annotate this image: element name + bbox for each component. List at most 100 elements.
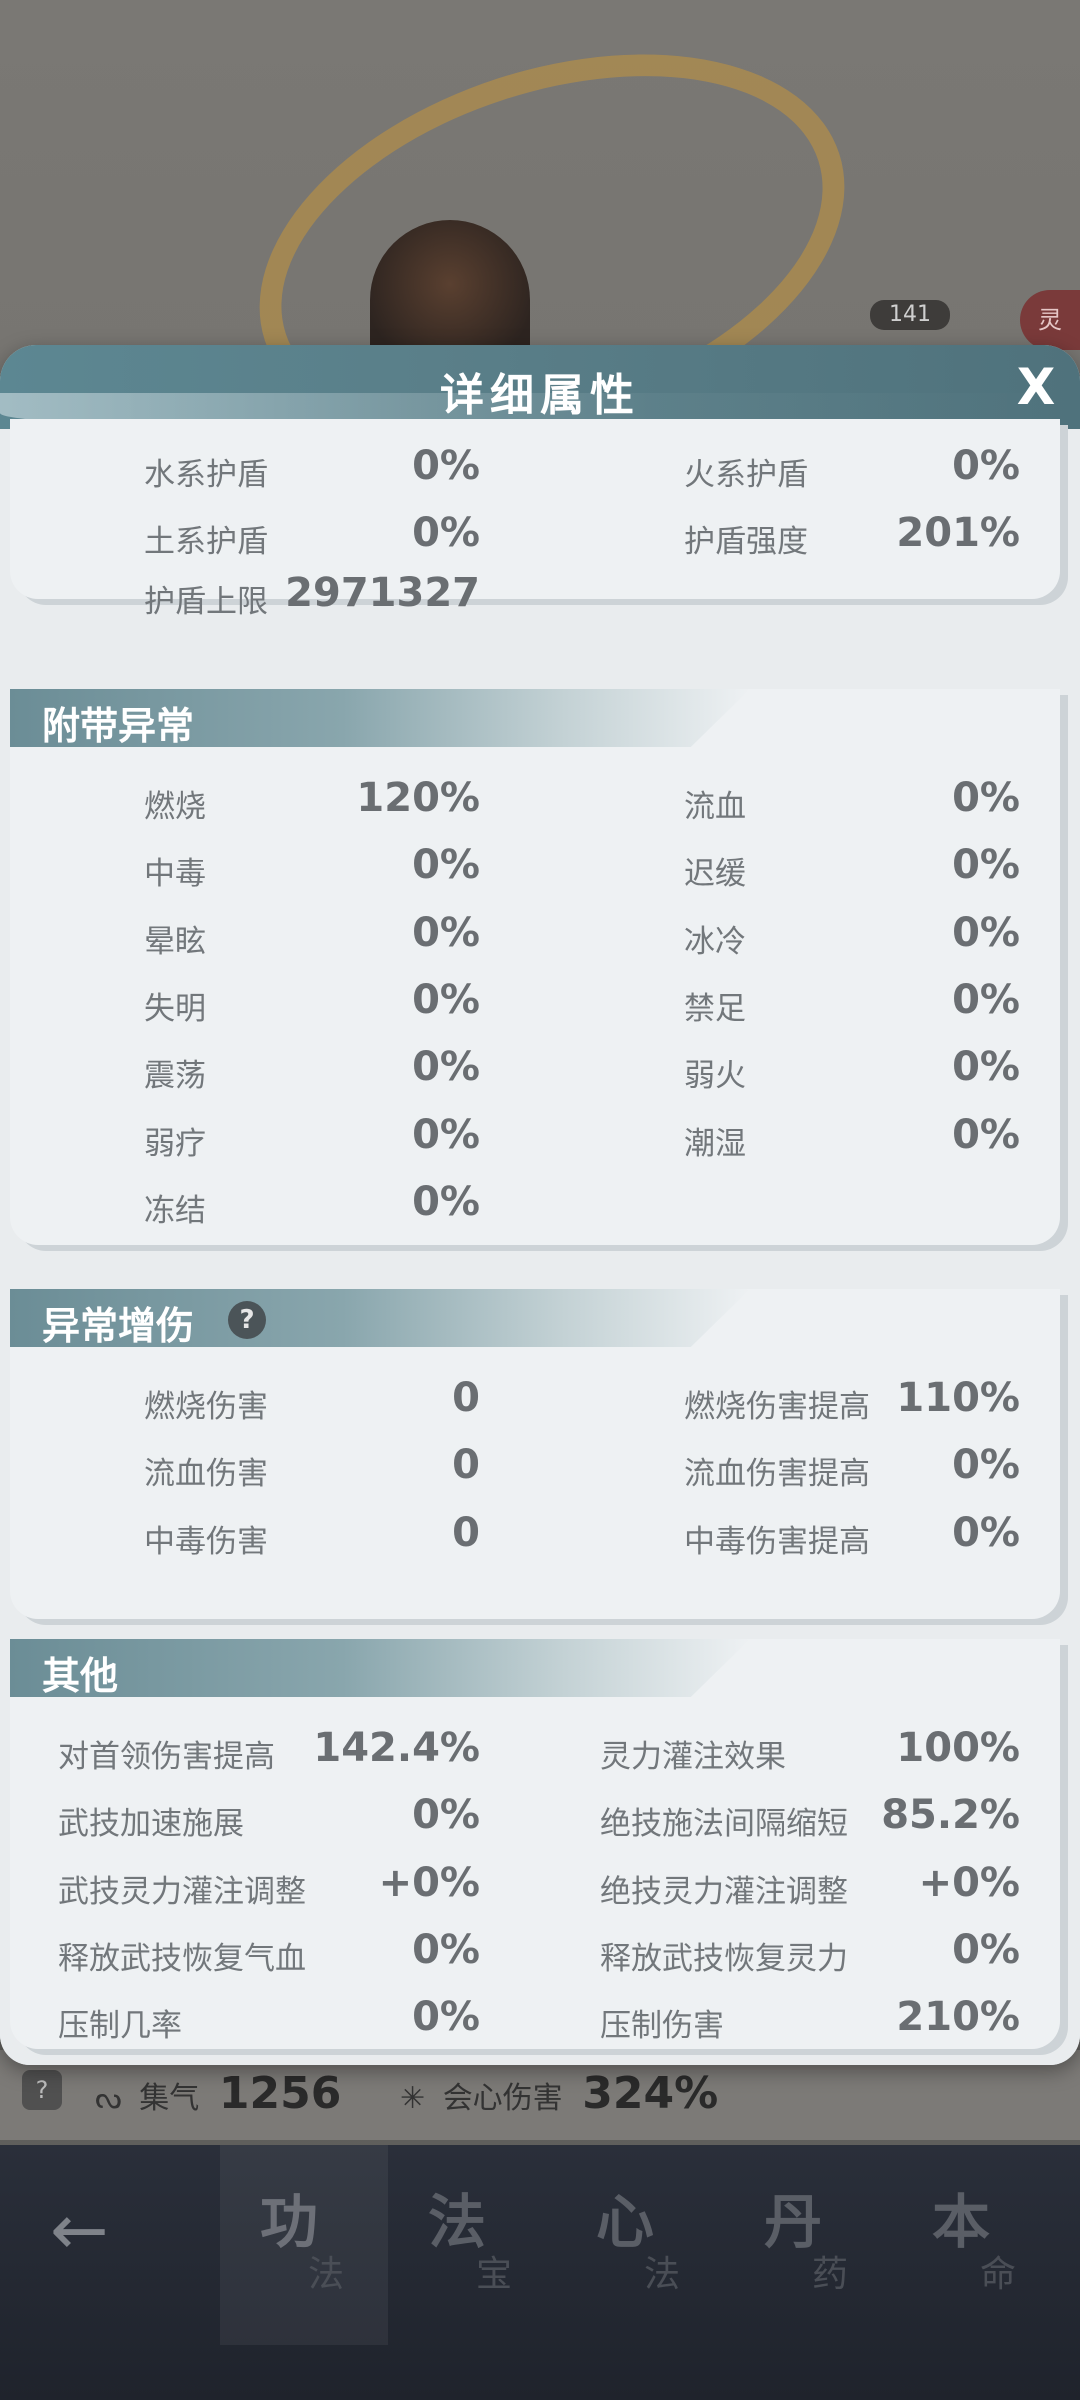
stat-value: 0%: [412, 1994, 480, 2040]
stat-label: 压制伤害: [600, 2008, 724, 2044]
section-header: 异常增伤: [10, 1289, 750, 1347]
stat-label: 冻结: [144, 1193, 206, 1229]
stat-label: 灵力灌注效果: [600, 1739, 786, 1775]
stat-value: 0: [452, 1510, 480, 1556]
nav-tab-sub: 药: [812, 2254, 849, 2295]
stat-label: 护盾上限: [144, 584, 268, 620]
stat-value: 0%: [412, 510, 480, 556]
stat-label: 潮湿: [684, 1126, 746, 1162]
stat-label: 护盾强度: [684, 524, 808, 560]
stat-value: 0%: [952, 910, 1020, 956]
stat-label: 释放武技恢复灵力: [600, 1941, 848, 1977]
stat-value: 0%: [412, 842, 480, 888]
stat-label: 晕眩: [144, 924, 206, 960]
stat-label: 武技灵力灌注调整: [58, 1874, 306, 1910]
shield-panel: 水系护盾 0% 火系护盾 0% 土系护盾 0% 护盾强度 201% 护盾上限 2…: [10, 419, 1060, 620]
stat-value: 0%: [412, 1792, 480, 1838]
stat-value: 0%: [412, 1044, 480, 1090]
stat-value: 110%: [896, 1375, 1020, 1421]
close-button[interactable]: X: [1008, 359, 1064, 415]
stat-value: 85.2%: [881, 1792, 1020, 1838]
help-icon[interactable]: ?: [228, 1301, 266, 1339]
stat-value: 0%: [412, 977, 480, 1023]
nav-tab-sub: 法: [308, 2254, 345, 2295]
stat-value: 0%: [412, 1112, 480, 1158]
nav-tab-xinfa[interactable]: 心 法: [556, 2145, 724, 2345]
section-title: 异常增伤: [42, 1304, 195, 1348]
nav-tab-sub: 命: [980, 2254, 1017, 2295]
stat-value: 0%: [952, 1442, 1020, 1488]
side-tag[interactable]: 灵: [1020, 290, 1080, 350]
stat-label: 压制几率: [58, 2008, 182, 2044]
stat-value: 324%: [582, 2068, 719, 2119]
nav-tab-danyao[interactable]: 丹 药: [724, 2145, 892, 2345]
nav-tab-benming[interactable]: 本 命: [892, 2145, 1060, 2345]
section-header: 其他: [10, 1639, 750, 1697]
stat-label: 土系护盾: [144, 524, 268, 560]
detail-attributes-dialog: 详细属性 X 水系护盾 0% 火系护盾 0% 土系护盾 0% 护盾强度 201%…: [0, 345, 1080, 2065]
status-damage-panel: 异常增伤 ? 燃烧伤害 0 燃烧伤害提高 110% 流血伤害 0 流血伤害提高 …: [10, 1289, 1060, 1619]
stat-label: 禁足: [684, 991, 746, 1027]
stat-label: 释放武技恢复气血: [58, 1941, 306, 1977]
stat-label: 绝技灵力灌注调整: [600, 1874, 848, 1910]
stat-value: 201%: [896, 510, 1020, 556]
stat-label: 燃烧: [144, 789, 206, 825]
stat-label: 失明: [144, 991, 206, 1027]
bottom-navigation: ← 功 法 法 宝 心 法 丹 药 本 命: [0, 2145, 1080, 2400]
back-arrow-icon[interactable]: ←: [50, 2195, 130, 2265]
stat-gather: ᔓ 集气 1256: [95, 2068, 341, 2119]
stat-label: 火系护盾: [684, 457, 808, 493]
stat-label: 中毒: [144, 856, 206, 892]
stat-label: 弱疗: [144, 1126, 206, 1162]
nav-tab-gongfa[interactable]: 功 法: [220, 2145, 388, 2345]
status-effects-panel: 附带异常 燃烧 120% 流血 0% 中毒 0% 迟缓 0% 晕眩 0% 冰冷 …: [10, 689, 1060, 1245]
stat-value: 0%: [952, 977, 1020, 1023]
nav-tab-sub: 宝: [476, 2254, 513, 2295]
stat-value: 120%: [356, 775, 480, 821]
stat-value: 0%: [952, 842, 1020, 888]
stat-label: 流血伤害: [144, 1456, 268, 1492]
stat-label: 弱火: [684, 1058, 746, 1094]
stat-value: 0%: [412, 443, 480, 489]
stat-value: 0%: [952, 1112, 1020, 1158]
section-title: 附带异常: [42, 704, 195, 748]
stat-value: 0%: [412, 1179, 480, 1225]
stat-value: 0%: [952, 775, 1020, 821]
stat-value: 142.4%: [313, 1725, 480, 1771]
star-icon: ✳: [400, 2081, 426, 2116]
stat-label: 水系护盾: [144, 457, 268, 493]
nav-tab-fabao[interactable]: 法 宝: [388, 2145, 556, 2345]
stat-value: +0%: [918, 1860, 1020, 1906]
stat-value: 0%: [952, 443, 1020, 489]
stat-label: 燃烧伤害: [144, 1389, 268, 1425]
stat-value: 0: [452, 1442, 480, 1488]
stat-value: +0%: [378, 1860, 480, 1906]
stat-value: 0%: [952, 1044, 1020, 1090]
other-panel: 其他 对首领伤害提高 142.4% 灵力灌注效果 100% 武技加速施展 0% …: [10, 1639, 1060, 2049]
stat-value: 1256: [218, 2068, 342, 2119]
stat-value: 0%: [412, 1927, 480, 1973]
stat-value: 2971327: [285, 570, 480, 616]
dialog-header: 详细属性 X: [0, 345, 1080, 433]
stat-value: 0: [452, 1375, 480, 1421]
dialog-title: 详细属性: [440, 370, 640, 421]
stat-label: 会心伤害: [442, 2081, 563, 2116]
stat-value: 0%: [952, 1927, 1020, 1973]
dialog-body[interactable]: 水系护盾 0% 火系护盾 0% 土系护盾 0% 护盾强度 201% 护盾上限 2…: [0, 419, 1080, 2065]
stat-value: 210%: [896, 1994, 1020, 2040]
help-icon[interactable]: ?: [22, 2070, 62, 2110]
stat-value: 100%: [896, 1725, 1020, 1771]
stat-label: 武技加速施展: [58, 1806, 244, 1842]
stat-value: 0%: [412, 910, 480, 956]
stat-label: 流血: [684, 789, 746, 825]
stat-crit-damage: ✳ 会心伤害 324%: [400, 2068, 718, 2119]
stat-value: 0%: [952, 1510, 1020, 1556]
stat-label: 震荡: [144, 1058, 206, 1094]
stat-label: 对首领伤害提高: [58, 1739, 275, 1775]
section-title: 其他: [42, 1654, 119, 1698]
stat-label: 冰冷: [684, 924, 746, 960]
stat-label: 绝技施法间隔缩短: [600, 1806, 848, 1842]
section-header: 附带异常: [10, 689, 750, 747]
stat-label: 迟缓: [684, 856, 746, 892]
stat-label: 集气: [139, 2081, 200, 2116]
